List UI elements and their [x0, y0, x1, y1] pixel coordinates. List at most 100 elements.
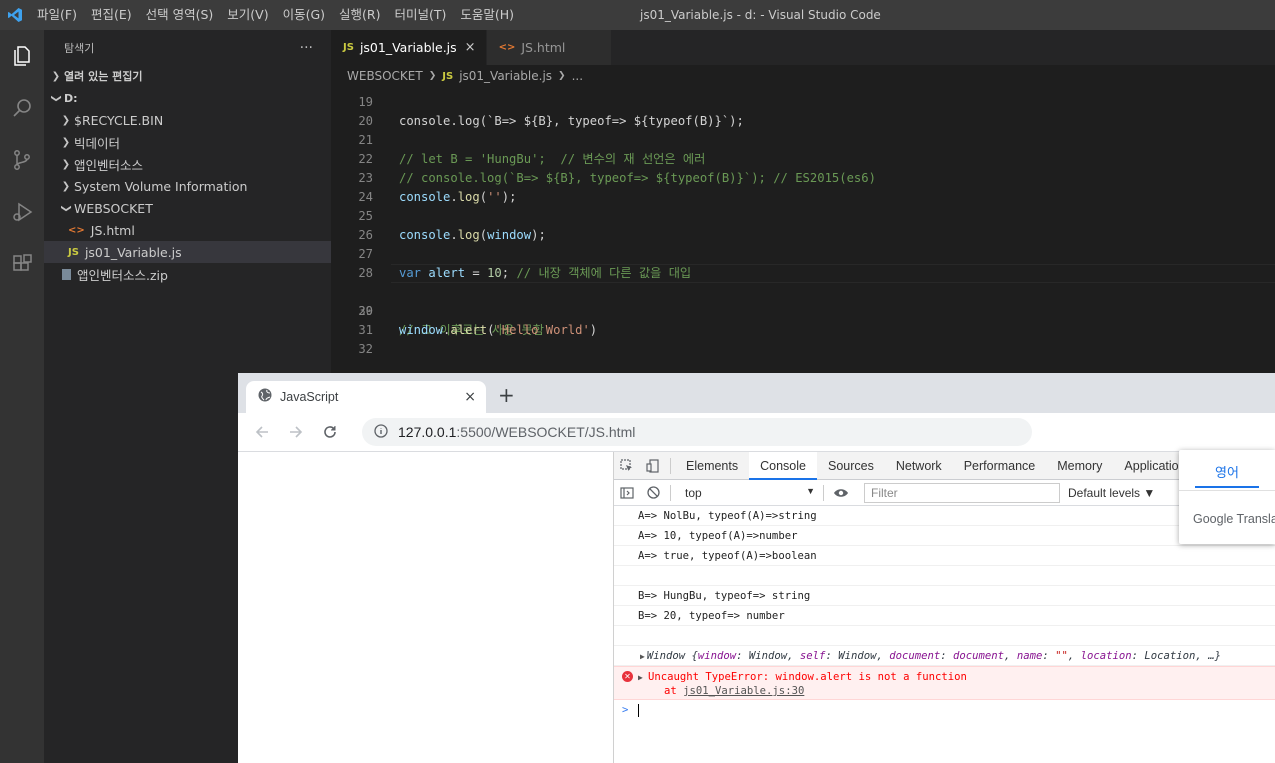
error-at: at	[664, 685, 684, 697]
browser-toolbar: 127.0.0.1:5500/WEBSOCKET/JS.html	[238, 413, 1275, 452]
tab-label: JS.html	[521, 40, 566, 55]
chevron-down-icon: ❯	[50, 93, 62, 103]
filter-input[interactable]: Filter	[864, 482, 1060, 503]
error-source-link[interactable]: js01_Variable.js:30	[683, 685, 804, 697]
tree-item-label: JS.html	[90, 222, 135, 238]
line-number: 32	[358, 342, 373, 356]
vscode-titlebar: 파일(F) 편집(E) 선택 영역(S) 보기(V) 이동(G) 실행(R) 터…	[0, 0, 1275, 30]
source-control-icon[interactable]	[0, 134, 44, 186]
device-toolbar-icon[interactable]	[640, 452, 666, 480]
obj-text: :	[1042, 650, 1056, 662]
code-line: 23 console.log('');	[331, 150, 1275, 204]
log-entry-window-object[interactable]: ▶ Window {window: Window, self: Window, d…	[614, 646, 1275, 666]
tab-memory[interactable]: Memory	[1046, 452, 1113, 480]
dropdown-arrow-icon: ▼	[806, 485, 815, 496]
tree-file-js01-variable[interactable]: JS js01_Variable.js	[44, 241, 331, 263]
menu-view[interactable]: 보기(V)	[220, 0, 275, 30]
log-entry: B=> 20, typeof=> number	[614, 606, 1275, 626]
back-arrow-icon[interactable]	[250, 420, 274, 444]
tree-item-label: 빅데이터	[74, 135, 121, 151]
info-icon[interactable]	[374, 423, 388, 441]
menu-help[interactable]: 도움말(H)	[453, 0, 521, 30]
context-select[interactable]: top ▼	[681, 486, 819, 500]
menu-run[interactable]: 실행(R)	[332, 0, 387, 30]
menu-edit[interactable]: 편집(E)	[84, 0, 139, 30]
menu-go[interactable]: 이동(G)	[276, 0, 332, 30]
expand-arrow-icon[interactable]: ▶	[638, 671, 643, 685]
close-icon[interactable]: ×	[465, 40, 476, 55]
code-line: 20	[331, 93, 1275, 128]
open-editors-label: 열려 있는 편집기	[64, 70, 143, 83]
drive-section[interactable]: ❯ D:	[44, 87, 331, 109]
tab-js-html[interactable]: <> JS.html	[486, 30, 613, 65]
log-entry: A=> true, typeof(A)=>boolean	[614, 546, 1275, 566]
obj-text: ,	[1004, 650, 1017, 662]
log-levels-dropdown[interactable]: Default levels ▼	[1068, 486, 1155, 500]
tab-elements[interactable]: Elements	[675, 452, 749, 480]
devtools-panel: Elements Console Sources Network Perform…	[614, 451, 1275, 763]
sidebar-toggle-icon[interactable]	[614, 479, 640, 507]
html-file-icon: <>	[498, 42, 516, 53]
tree-item-label: js01_Variable.js	[84, 244, 182, 260]
console-prompt[interactable]: >	[614, 700, 1275, 720]
error-message: Uncaught TypeError: window.alert is not …	[648, 671, 967, 683]
search-icon[interactable]	[0, 82, 44, 134]
tree-folder-bigdata[interactable]: ❯ 빅데이터	[44, 131, 331, 153]
address-bar[interactable]: 127.0.0.1:5500/WEBSOCKET/JS.html	[362, 418, 1032, 446]
clear-console-icon[interactable]	[640, 479, 666, 507]
chevron-right-icon: ❯	[61, 158, 71, 170]
page-viewport[interactable]	[238, 452, 614, 763]
tab-console[interactable]: Console	[749, 451, 817, 480]
tree-folder-websocket[interactable]: ❯ WEBSOCKET	[44, 197, 331, 219]
obj-text: :	[940, 650, 954, 662]
extensions-icon[interactable]	[0, 238, 44, 290]
tab-sources[interactable]: Sources	[817, 452, 885, 480]
translate-language-tab[interactable]: 영어	[1195, 462, 1259, 488]
context-value: top	[685, 485, 702, 500]
tree-item-label: WEBSOCKET	[74, 200, 153, 216]
tab-performance[interactable]: Performance	[953, 452, 1047, 480]
google-translate-popup: 영어 Google Translat	[1179, 450, 1275, 544]
tree-folder-sysvol[interactable]: ❯ System Volume Information	[44, 175, 331, 197]
js-file-icon: JS	[68, 246, 79, 258]
forward-arrow-icon[interactable]	[284, 420, 308, 444]
chevron-right-icon: ❯	[61, 180, 71, 192]
activity-bar	[0, 30, 44, 763]
tree-item-label: 앱인벤터소스	[74, 157, 144, 173]
expand-arrow-icon[interactable]: ▶	[640, 652, 645, 661]
inspect-element-icon[interactable]	[614, 452, 640, 480]
eye-icon[interactable]	[828, 479, 854, 507]
error-entry[interactable]: ✕ ▶ Uncaught TypeError: window.alert is n…	[614, 666, 1275, 700]
tree-folder-recycle[interactable]: ❯ $RECYCLE.BIN	[44, 109, 331, 131]
divider	[823, 484, 824, 501]
menu-file[interactable]: 파일(F)	[30, 0, 84, 30]
tree-folder-appinventor[interactable]: ❯ 앱인벤터소스	[44, 153, 331, 175]
tree-item-label: $RECYCLE.BIN	[74, 112, 164, 128]
divider	[1179, 490, 1275, 491]
current-line-highlight	[391, 264, 1275, 283]
obj-text: : Window,	[736, 650, 800, 662]
obj-text: ,	[1067, 650, 1081, 662]
google-translate-brand: Google Translat	[1193, 512, 1275, 526]
editor-tabs: JS js01_Variable.js × <> JS.html	[331, 30, 1275, 65]
tree-file-zip[interactable]: 앱인벤터소스.zip	[44, 263, 331, 285]
code-line: 30 window.alert('Hello World')	[331, 283, 1275, 337]
divider	[670, 484, 671, 501]
tree-file-js-html[interactable]: <> JS.html	[44, 219, 331, 241]
error-stack-line: at js01_Variable.js:30	[648, 684, 1275, 698]
close-tab-icon[interactable]: ×	[464, 389, 476, 405]
tab-network[interactable]: Network	[885, 452, 953, 480]
run-debug-icon[interactable]	[0, 186, 44, 238]
menu-terminal[interactable]: 터미널(T)	[388, 0, 454, 30]
tab-js01-variable[interactable]: JS js01_Variable.js ×	[331, 30, 487, 65]
explorer-icon[interactable]	[0, 30, 44, 82]
code-line: 21 // let B = 'HungBu'; // 변수의 재 선언은 에러	[331, 112, 1275, 166]
open-editors-section[interactable]: ❯ 열려 있는 편집기	[44, 65, 331, 87]
new-tab-button[interactable]: +	[498, 385, 515, 405]
more-actions-icon[interactable]: ···	[300, 40, 313, 56]
code-line: 28	[331, 245, 1275, 280]
menu-selection[interactable]: 선택 영역(S)	[139, 0, 221, 30]
browser-tabstrip: JavaScript × +	[238, 373, 1275, 413]
browser-tab[interactable]: JavaScript ×	[246, 381, 486, 413]
reload-icon[interactable]	[318, 420, 342, 444]
